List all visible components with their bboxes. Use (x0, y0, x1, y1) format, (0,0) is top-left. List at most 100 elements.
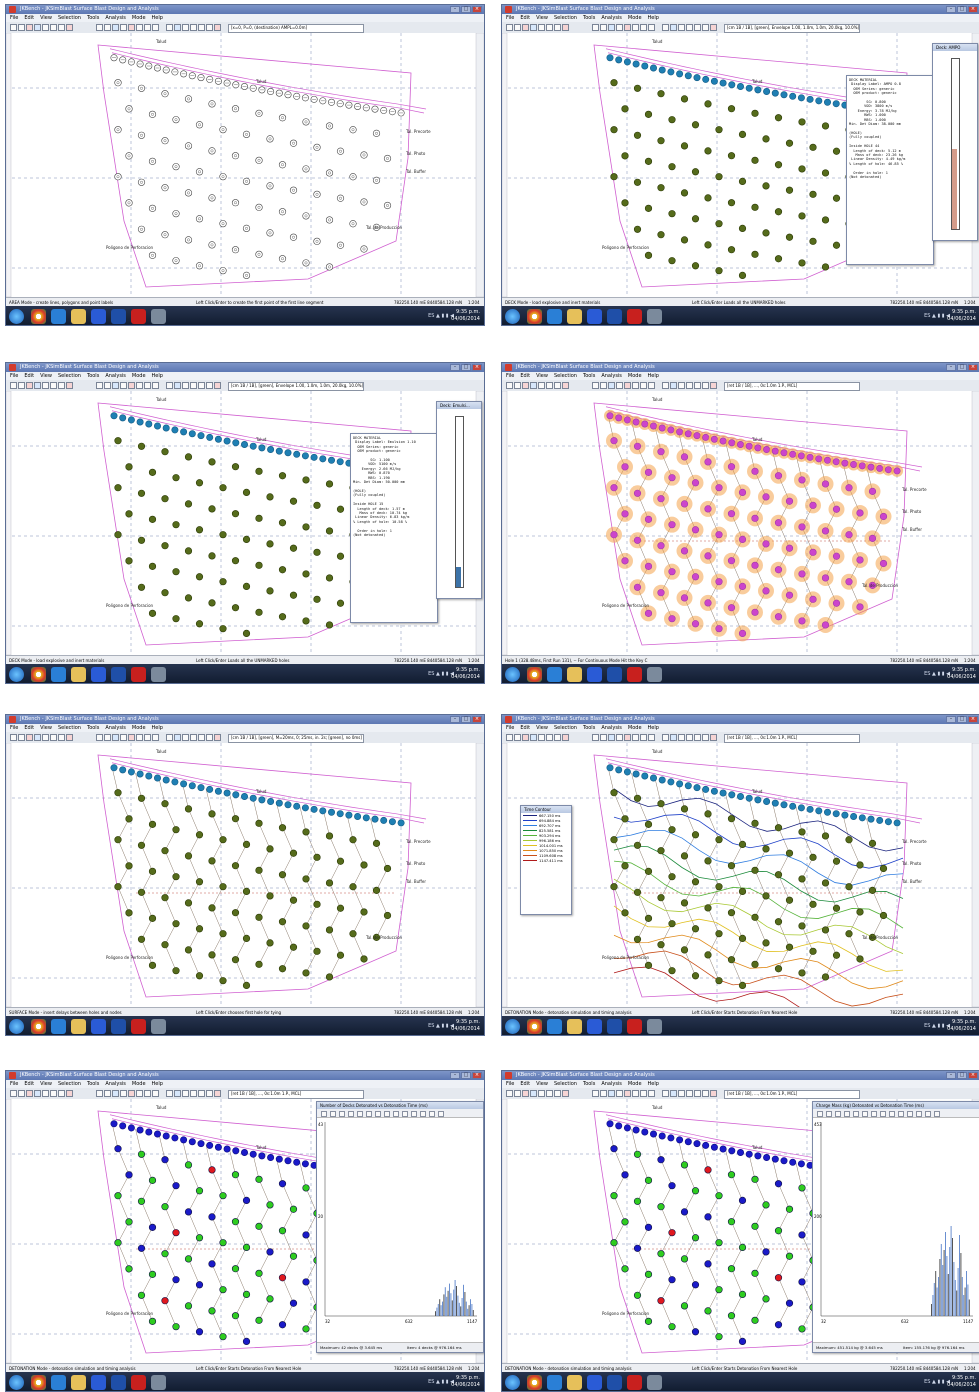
chrome-icon[interactable] (31, 309, 46, 324)
chrome-icon[interactable] (527, 667, 542, 682)
close-button[interactable]: × (968, 364, 978, 371)
toolbar-tool-icon[interactable] (616, 24, 623, 31)
menu-item-selection[interactable]: Selection (58, 724, 81, 732)
menu-item-edit[interactable]: Edit (24, 1080, 34, 1088)
toolbar-tool-icon[interactable] (632, 734, 639, 741)
system-tray-icons[interactable]: ES ▲ ▮ ▮ ◀ (924, 1379, 950, 1385)
chrome-icon[interactable] (527, 1019, 542, 1034)
acrobat-icon[interactable] (627, 309, 642, 324)
toolbar-tool-icon[interactable] (640, 382, 647, 389)
toolbar-tool-icon[interactable] (128, 1090, 135, 1097)
toolbar-tool-icon[interactable] (182, 382, 189, 389)
toolbar-tool-icon[interactable] (562, 24, 569, 31)
histogram-tool-icon[interactable] (862, 1111, 868, 1117)
toolbar-tool-icon[interactable] (26, 24, 33, 31)
toolbar-tool-icon[interactable] (686, 382, 693, 389)
histogram-tool-icon[interactable] (357, 1111, 363, 1117)
close-button[interactable]: × (472, 6, 482, 13)
toolbar-tool-icon[interactable] (112, 1090, 119, 1097)
vertical-scrollbar[interactable] (475, 33, 484, 297)
histogram-tool-icon[interactable] (835, 1111, 841, 1117)
toolbar-tool-icon[interactable] (522, 382, 529, 389)
toolbar-tool-icon[interactable] (506, 734, 513, 741)
toolbar-tool-icon[interactable] (206, 734, 213, 741)
toolbar-tool-icon[interactable] (554, 1090, 561, 1097)
toolbar-tool-icon[interactable] (96, 382, 103, 389)
toolbar-tool-icon[interactable] (198, 734, 205, 741)
acrobat-icon[interactable] (627, 1375, 642, 1390)
toolbar-tool-icon[interactable] (198, 24, 205, 31)
toolbar-tool-icon[interactable] (562, 382, 569, 389)
blast-plan-drawing[interactable]: Talud Talud Tal. Precorte Tal. Photo Tal. Bu… (502, 391, 979, 655)
ie-icon[interactable] (51, 309, 66, 324)
menu-item-mode[interactable]: Mode (628, 724, 642, 732)
ie-icon[interactable] (547, 309, 562, 324)
system-tray-icons[interactable]: ES ▲ ▮ ▮ ◀ (428, 671, 454, 677)
histogram-tool-icon[interactable] (393, 1111, 399, 1117)
toolbar-tool-icon[interactable] (174, 1090, 181, 1097)
acrobat-icon[interactable] (627, 667, 642, 682)
toolbar-tool-icon[interactable] (206, 24, 213, 31)
toolbar-tool-icon[interactable] (702, 24, 709, 31)
toolbar-tool-icon[interactable] (120, 382, 127, 389)
toolbar-tool-icon[interactable] (562, 1090, 569, 1097)
toolbar-tool-icon[interactable] (42, 734, 49, 741)
media-icon[interactable] (91, 309, 106, 324)
start-button[interactable] (9, 667, 24, 682)
system-tray-icons[interactable]: ES ▲ ▮ ▮ ◀ (924, 1023, 950, 1029)
folder-icon[interactable] (71, 1019, 86, 1034)
toolbar-tool-icon[interactable] (632, 382, 639, 389)
toolbar-tool-icon[interactable] (152, 1090, 159, 1097)
menu-item-selection[interactable]: Selection (58, 372, 81, 380)
acrobat-icon[interactable] (627, 1019, 642, 1034)
maximize-button[interactable]: □ (461, 716, 471, 723)
toolbar-tool-icon[interactable] (554, 734, 561, 741)
chrome-icon[interactable] (31, 1019, 46, 1034)
deck-column-window[interactable]: Deck: Emulsi... (436, 401, 482, 599)
toolbar-tool-icon[interactable] (686, 734, 693, 741)
toolbar-tool-icon[interactable] (144, 382, 151, 389)
menu-item-analysis[interactable]: Analysis (601, 1080, 622, 1088)
toolbar-tool-icon[interactable] (624, 1090, 631, 1097)
toolbar-tool-icon[interactable] (120, 734, 127, 741)
toolbar-tool-icon[interactable] (26, 734, 33, 741)
ie-icon[interactable] (547, 667, 562, 682)
folder-icon[interactable] (71, 309, 86, 324)
toolbar-tool-icon[interactable] (514, 24, 521, 31)
histogram-tool-icon[interactable] (438, 1111, 444, 1117)
menu-item-help[interactable]: Help (648, 1080, 659, 1088)
menu-item-analysis[interactable]: Analysis (105, 1080, 126, 1088)
menu-item-edit[interactable]: Edit (24, 14, 34, 22)
map-canvas[interactable]: Talud Talud Tal. Precorte Tal. Photo Tal. Bu… (502, 743, 979, 1007)
menu-item-edit[interactable]: Edit (520, 372, 530, 380)
toolbar-tool-icon[interactable] (198, 382, 205, 389)
toolbar-tool-icon[interactable] (50, 1090, 57, 1097)
toolbar-tool-icon[interactable] (670, 382, 677, 389)
toolbar-tool-icon[interactable] (686, 1090, 693, 1097)
menu-item-analysis[interactable]: Analysis (601, 14, 622, 22)
maximize-button[interactable]: □ (461, 364, 471, 371)
toolbar-tool-icon[interactable] (144, 24, 151, 31)
toolbar-tool-icon[interactable] (514, 382, 521, 389)
histogram-window[interactable]: Number of Decks Detonated vs Detonation … (316, 1101, 484, 1353)
toolbar-tool-icon[interactable] (128, 734, 135, 741)
toolbar-tool-icon[interactable] (670, 734, 677, 741)
menu-item-file[interactable]: File (506, 1080, 514, 1088)
deck-info-dialog[interactable]: DECK MATERIAL Display Label: Emulsion 1.… (350, 433, 438, 623)
toolbar-tool-icon[interactable] (198, 1090, 205, 1097)
histogram-tool-icon[interactable] (375, 1111, 381, 1117)
media-icon[interactable] (91, 1019, 106, 1034)
toolbar-tool-icon[interactable] (206, 1090, 213, 1097)
menu-item-file[interactable]: File (506, 372, 514, 380)
toolbar-tool-icon[interactable] (50, 24, 57, 31)
toolbar-tool-icon[interactable] (686, 24, 693, 31)
ie-icon[interactable] (51, 1375, 66, 1390)
toolbar-tool-icon[interactable] (66, 734, 73, 741)
toolbar-tool-icon[interactable] (600, 24, 607, 31)
toolbar-tool-icon[interactable] (600, 382, 607, 389)
folder-icon[interactable] (567, 667, 582, 682)
toolbar-tool-icon[interactable] (34, 24, 41, 31)
blast-plan-drawing[interactable]: Talud Talud Tal. Precorte Tal. Photo Tal. Bu… (6, 743, 484, 1007)
toolbar-tool-icon[interactable] (104, 382, 111, 389)
toolbar-tool-icon[interactable] (678, 24, 685, 31)
